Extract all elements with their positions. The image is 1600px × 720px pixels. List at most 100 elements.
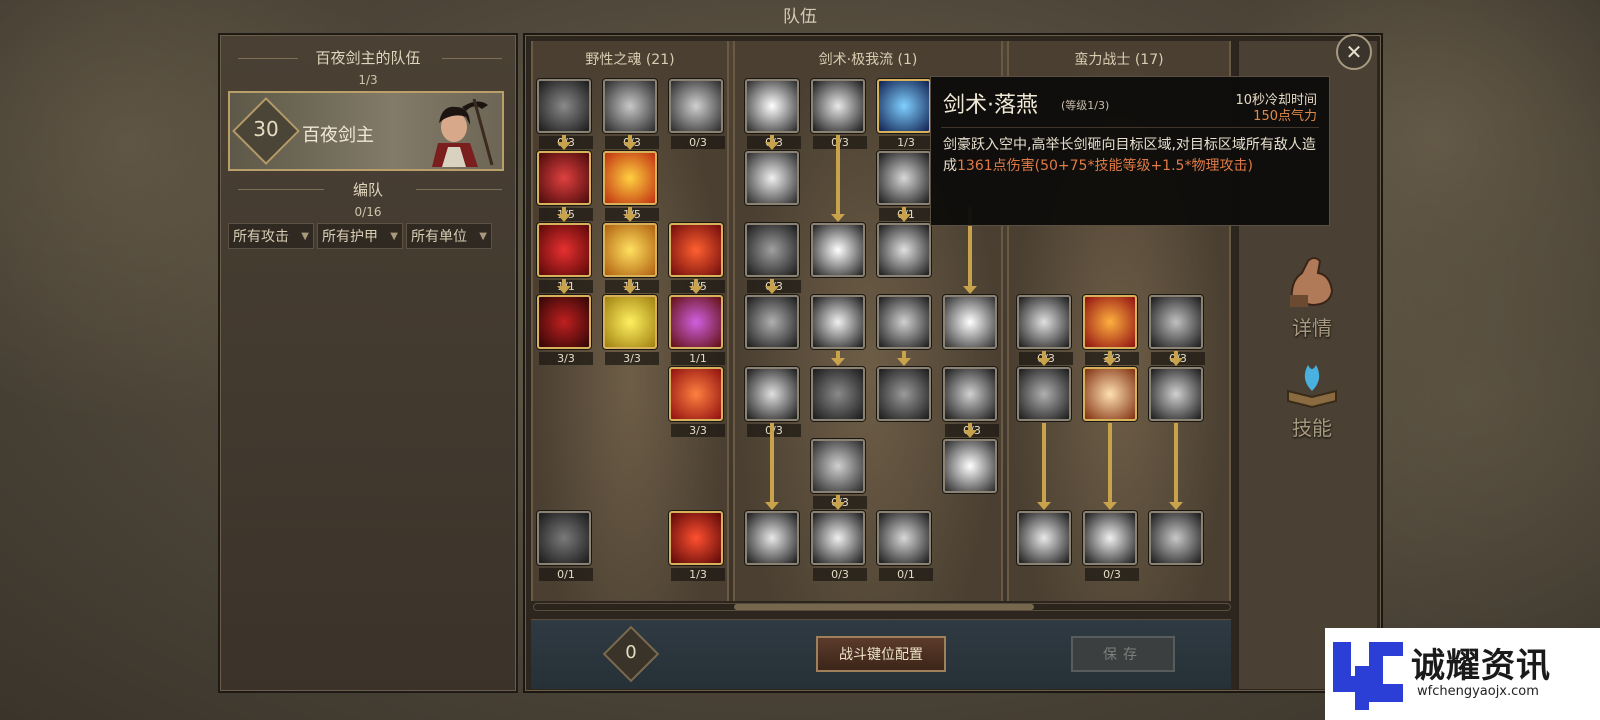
skill-rank: 0/3 bbox=[813, 568, 867, 581]
spellbook-icon bbox=[1287, 365, 1337, 409]
skill-slot[interactable]: 1/1 bbox=[669, 295, 725, 365]
skill-slot[interactable]: 3/3 bbox=[603, 295, 659, 365]
skill-slot[interactable] bbox=[943, 295, 997, 349]
tree-link-arrow bbox=[1037, 423, 1051, 510]
close-button[interactable]: ✕ bbox=[1336, 34, 1372, 70]
skill-slot[interactable]: 0/1 bbox=[877, 511, 933, 581]
skill-slot[interactable] bbox=[1017, 511, 1071, 565]
tree-link-arrow bbox=[557, 207, 571, 222]
skill-slot[interactable]: 1/5 bbox=[603, 151, 659, 221]
skill-slot[interactable] bbox=[745, 295, 799, 349]
filter-attack-dropdown[interactable]: 所有攻击 ▼ bbox=[228, 223, 314, 249]
tree-header: 剑术·极我流 (1) bbox=[818, 52, 918, 68]
skill-slot[interactable] bbox=[943, 439, 997, 493]
tree-link-arrow bbox=[557, 135, 571, 150]
skill-slot[interactable] bbox=[811, 295, 865, 349]
skill-slot[interactable]: 3/3 bbox=[1083, 295, 1139, 365]
filter-unit-dropdown[interactable]: 所有单位 ▼ bbox=[406, 223, 492, 249]
tooltip-skill-level: (等级1/3) bbox=[1061, 99, 1110, 112]
tree-link-arrow bbox=[831, 351, 845, 366]
skill-slot[interactable]: 3/3 bbox=[669, 367, 725, 437]
skill-slot[interactable] bbox=[1149, 511, 1203, 565]
skill-slot[interactable] bbox=[877, 367, 931, 421]
skill-slot[interactable]: 0/3 bbox=[1083, 511, 1139, 581]
tab-skills[interactable]: 技能 bbox=[1257, 361, 1367, 441]
team-count: 1/3 bbox=[358, 73, 378, 87]
formation-title: 编队 bbox=[352, 181, 383, 199]
watermark-title: 诚耀资讯 bbox=[1411, 646, 1551, 686]
skill-slot[interactable]: 1/3 bbox=[669, 511, 725, 581]
keybind-config-button[interactable]: 战斗键位配置 bbox=[816, 636, 946, 672]
tooltip-divider bbox=[941, 127, 1319, 128]
tree-link-arrow bbox=[557, 279, 571, 294]
save-button[interactable]: 保存 bbox=[1071, 636, 1175, 672]
hero-name: 百夜剑主 bbox=[302, 125, 374, 146]
skill-rank: 3/3 bbox=[605, 352, 659, 365]
team-name: 百夜剑主的队伍 bbox=[315, 49, 421, 67]
tree-link-arrow bbox=[1169, 351, 1183, 366]
filter-label: 所有护甲 bbox=[322, 229, 378, 245]
flexed-arm-icon bbox=[1290, 257, 1334, 307]
skill-slot[interactable]: 0/3 bbox=[811, 439, 867, 509]
tree-link-arrow bbox=[623, 207, 637, 222]
chevron-down-icon: ▼ bbox=[390, 230, 398, 242]
skill-slot[interactable]: 0/3 bbox=[1149, 295, 1205, 365]
tree-header: 野性之魂 (21) bbox=[585, 52, 675, 68]
tree-link-arrow bbox=[689, 279, 703, 294]
watermark-logo-icon bbox=[1333, 642, 1403, 710]
skill-slot[interactable] bbox=[1017, 367, 1071, 421]
skill-slot[interactable]: 0/3 bbox=[603, 79, 659, 149]
chevron-down-icon: ▼ bbox=[301, 230, 309, 242]
tree-link-arrow bbox=[623, 279, 637, 294]
action-bar: 0 战斗键位配置 保存 bbox=[531, 619, 1231, 689]
hero-card[interactable]: 30 百夜剑主 bbox=[228, 91, 504, 171]
skill-slot[interactable]: 1/5 bbox=[669, 223, 725, 293]
skill-slot[interactable]: 0/3 bbox=[811, 511, 867, 581]
tree-link-arrow bbox=[1037, 351, 1051, 366]
tree-link-arrow bbox=[1103, 423, 1117, 510]
skill-slot[interactable]: 0/3 bbox=[537, 79, 593, 149]
hero-level: 30 bbox=[253, 117, 279, 141]
skill-slot[interactable]: 1/5 bbox=[537, 151, 593, 221]
tree-column-wild-soul: 野性之魂 (21) 0/3 0/3 0/3 1/5 1/5 1/1 1/1 1/… bbox=[531, 41, 729, 601]
tree-link-arrow bbox=[765, 135, 779, 150]
tooltip-skill-name: 剑术·落燕 bbox=[943, 93, 1038, 118]
skill-slot[interactable] bbox=[811, 367, 865, 421]
filter-label: 所有攻击 bbox=[233, 229, 289, 245]
skill-slot[interactable]: 0/1 bbox=[537, 511, 593, 581]
skill-slot[interactable]: 1/1 bbox=[603, 223, 659, 293]
skill-slot[interactable]: 0/3 bbox=[943, 367, 999, 437]
skill-slot[interactable]: 0/3 bbox=[811, 79, 867, 149]
skill-slot[interactable] bbox=[1083, 367, 1137, 421]
skill-slot[interactable]: 1/3 bbox=[877, 79, 933, 149]
skill-rank: 1/1 bbox=[671, 352, 725, 365]
scroll-thumb[interactable] bbox=[734, 604, 1034, 610]
tree-header: 蛮力战士 (17) bbox=[1074, 52, 1164, 68]
skill-slot[interactable]: 0/3 bbox=[745, 367, 801, 437]
skill-slot[interactable]: 0/1 bbox=[877, 151, 933, 221]
skill-rank: 3/3 bbox=[539, 352, 593, 365]
skill-slot[interactable]: 0/3 bbox=[1017, 295, 1073, 365]
skill-points: 0 bbox=[625, 642, 637, 663]
skill-slot[interactable]: 1/1 bbox=[537, 223, 593, 293]
tree-link-arrow bbox=[765, 279, 779, 294]
skill-slot[interactable] bbox=[811, 223, 865, 277]
skill-slot[interactable] bbox=[745, 151, 799, 205]
tree-link-arrow bbox=[897, 207, 911, 222]
skill-slot[interactable]: 0/3 bbox=[669, 79, 725, 149]
hero-portrait bbox=[432, 98, 494, 167]
skill-slot[interactable]: 0/3 bbox=[745, 223, 801, 293]
skill-rank: 0/3 bbox=[747, 424, 801, 437]
horizontal-scrollbar[interactable] bbox=[533, 603, 1231, 611]
skill-slot[interactable] bbox=[877, 223, 931, 277]
skill-slot[interactable]: 0/3 bbox=[745, 79, 801, 149]
skill-rank: 1/3 bbox=[879, 136, 933, 149]
skill-slot[interactable]: 3/3 bbox=[537, 295, 593, 365]
filter-armor-dropdown[interactable]: 所有护甲 ▼ bbox=[317, 223, 403, 249]
tree-link-arrow bbox=[831, 495, 845, 510]
tab-details[interactable]: 详情 bbox=[1257, 257, 1367, 341]
skill-slot[interactable] bbox=[1149, 367, 1203, 421]
skill-slot[interactable] bbox=[745, 511, 799, 565]
skill-slot[interactable] bbox=[877, 295, 931, 349]
tree-link-arrow bbox=[831, 135, 845, 222]
